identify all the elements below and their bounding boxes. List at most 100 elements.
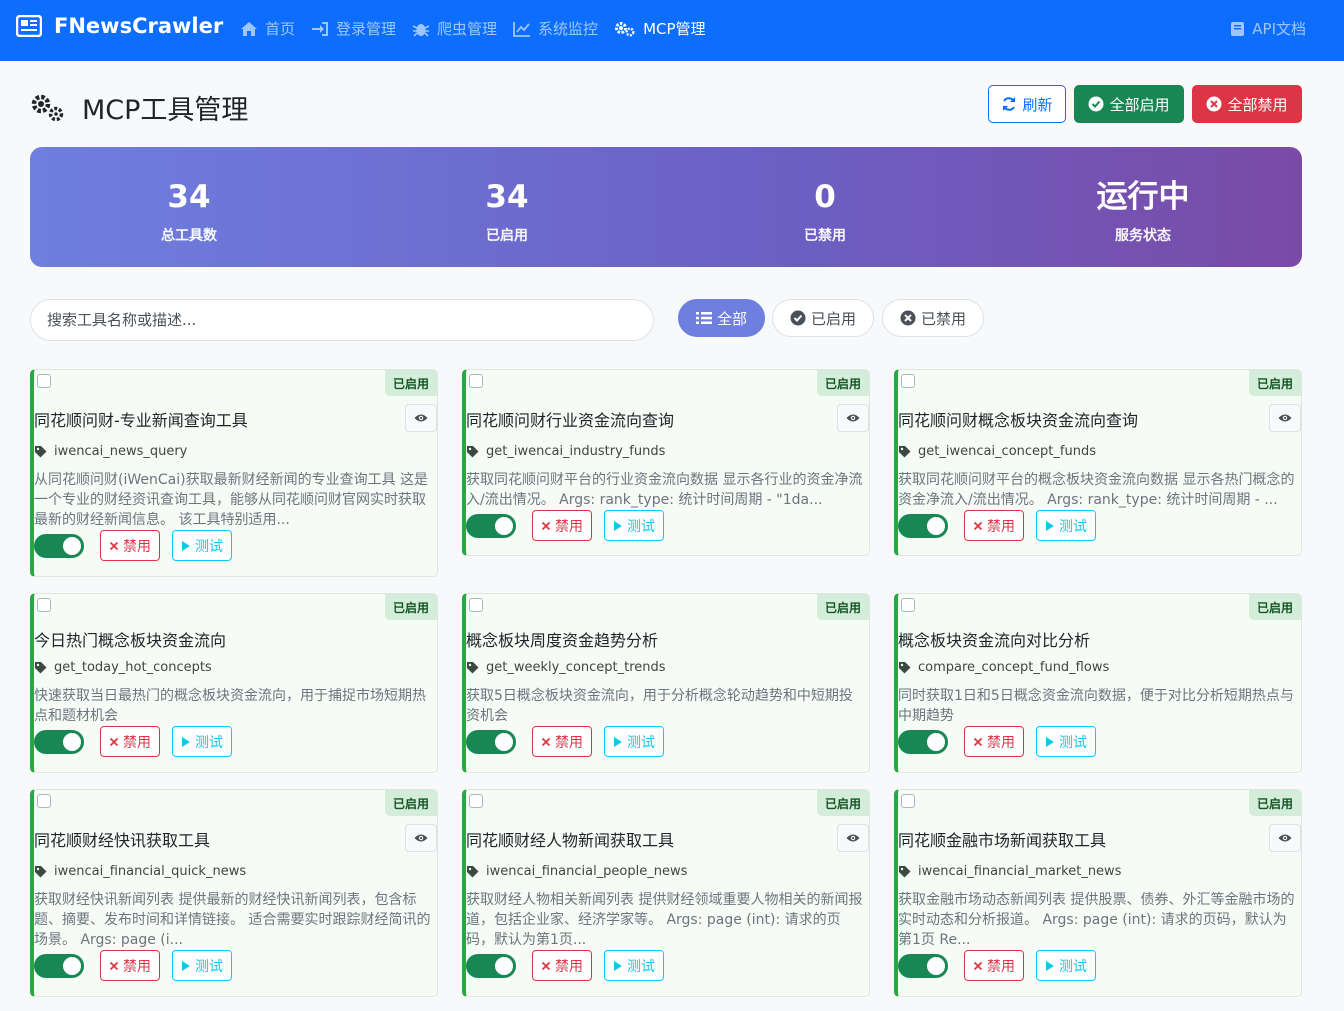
tool-function-name: compare_concept_fund_flows [898, 660, 1109, 675]
card-actions: 禁用 测试 [34, 950, 244, 981]
test-label: 测试 [1059, 518, 1087, 535]
filter-label: 全部 [716, 309, 747, 328]
refresh-button[interactable]: 刷新 [988, 85, 1066, 123]
test-label: 测试 [627, 958, 655, 975]
enable-all-button[interactable]: 全部启用 [1074, 85, 1184, 123]
enable-toggle[interactable] [466, 513, 516, 538]
filter-disabled-button[interactable]: 已禁用 [882, 299, 984, 337]
enable-toggle[interactable] [34, 953, 84, 978]
main-nav: 首页 登录管理 爬虫管理 系统监控 MCP管理 [240, 18, 722, 39]
stats-panel: 34 总工具数 34 已启用 0 已禁用 运行中 服务状态 [30, 147, 1302, 267]
test-label: 测试 [627, 518, 655, 535]
select-checkbox[interactable] [37, 598, 51, 612]
test-button[interactable]: 测试 [1036, 726, 1096, 757]
times-icon [109, 737, 119, 746]
enable-toggle[interactable] [34, 729, 84, 754]
nav-item-crawler[interactable]: 爬虫管理 [412, 18, 497, 39]
view-details-button[interactable] [1269, 404, 1301, 432]
disable-button[interactable]: 禁用 [964, 726, 1024, 757]
disable-button[interactable]: 禁用 [532, 950, 592, 981]
tool-card: 已启用 同花顺问财概念板块资金流向查询 get_iwencai_concept_fu… [894, 369, 1302, 556]
nav-label: API文档 [1252, 20, 1306, 38]
disable-label: 禁用 [123, 958, 151, 975]
select-checkbox[interactable] [37, 374, 51, 388]
tag-icon [467, 662, 479, 674]
disable-label: 禁用 [555, 518, 583, 535]
view-details-button[interactable] [837, 824, 869, 852]
status-badge: 已启用 [1249, 594, 1301, 620]
enable-toggle[interactable] [898, 729, 948, 754]
function-name-text: compare_concept_fund_flows [918, 660, 1110, 675]
select-checkbox[interactable] [901, 374, 915, 388]
enable-toggle[interactable] [466, 729, 516, 754]
tool-title: 概念板块资金流向对比分析 [898, 631, 1091, 650]
disable-all-button[interactable]: 全部禁用 [1192, 85, 1302, 123]
select-checkbox[interactable] [469, 598, 483, 612]
book-icon [1231, 21, 1245, 36]
test-button[interactable]: 测试 [1036, 510, 1096, 541]
filter-all-button[interactable]: 全部 [678, 299, 765, 337]
view-details-button[interactable] [405, 404, 437, 432]
nav-item-mcp[interactable]: MCP管理 [614, 18, 706, 39]
times-circle-icon [1206, 96, 1222, 112]
select-checkbox[interactable] [469, 794, 483, 808]
enable-toggle[interactable] [898, 953, 948, 978]
stat-enabled: 34 已启用 [348, 147, 666, 267]
search-input[interactable] [30, 299, 654, 341]
play-icon [182, 736, 190, 747]
select-checkbox[interactable] [469, 374, 483, 388]
card-actions: 禁用 测试 [466, 510, 676, 541]
check-circle-icon [790, 310, 806, 326]
disable-button[interactable]: 禁用 [100, 950, 160, 981]
disable-label: 禁用 [123, 734, 151, 751]
brand[interactable]: FNewsCrawler [16, 14, 223, 38]
test-button[interactable]: 测试 [604, 726, 664, 757]
test-button[interactable]: 测试 [172, 726, 232, 757]
enable-toggle[interactable] [466, 953, 516, 978]
disable-button[interactable]: 禁用 [964, 510, 1024, 541]
disable-button[interactable]: 禁用 [532, 726, 592, 757]
tool-card: 已启用 同花顺问财-专业新闻查询工具 iwencai_news_query 从同花顺问… [30, 369, 438, 577]
stat-label: 已启用 [486, 228, 528, 244]
tag-icon [35, 662, 47, 674]
view-details-button[interactable] [1269, 824, 1301, 852]
disable-button[interactable]: 禁用 [532, 510, 592, 541]
nav-item-api-docs[interactable]: API文档 [1230, 18, 1306, 39]
nav-label: 首页 [265, 20, 296, 38]
test-button[interactable]: 测试 [172, 950, 232, 981]
stat-value: 运行中 [1096, 179, 1190, 215]
tool-title: 同花顺财经人物新闻获取工具 [466, 831, 675, 850]
select-checkbox[interactable] [37, 794, 51, 808]
view-details-button[interactable] [837, 404, 869, 432]
select-checkbox[interactable] [901, 598, 915, 612]
select-checkbox[interactable] [901, 794, 915, 808]
tool-function-name: get_iwencai_industry_funds [466, 444, 665, 459]
tool-function-name: get_iwencai_concept_funds [898, 444, 1096, 459]
eye-icon [846, 414, 860, 422]
test-button[interactable]: 测试 [604, 510, 664, 541]
disable-button[interactable]: 禁用 [100, 530, 160, 561]
test-button[interactable]: 测试 [604, 950, 664, 981]
nav-label: 爬虫管理 [437, 20, 498, 38]
play-icon [614, 520, 622, 531]
disable-button[interactable]: 禁用 [964, 950, 1024, 981]
filter-label: 已禁用 [920, 309, 966, 328]
function-name-text: get_today_hot_concepts [54, 660, 212, 675]
disable-label: 禁用 [555, 734, 583, 751]
test-button[interactable]: 测试 [1036, 950, 1096, 981]
times-icon [541, 961, 551, 970]
nav-item-login[interactable]: 登录管理 [311, 18, 396, 39]
enable-toggle[interactable] [898, 513, 948, 538]
eye-icon [1278, 834, 1292, 842]
filter-enabled-button[interactable]: 已启用 [772, 299, 874, 337]
test-button[interactable]: 测试 [172, 530, 232, 561]
enable-toggle[interactable] [34, 533, 84, 558]
view-details-button[interactable] [405, 824, 437, 852]
nav-item-monitor[interactable]: 系统监控 [513, 18, 598, 39]
stat-value: 34 [167, 179, 211, 215]
tool-description: 获取财经快讯新闻列表 提供最新的财经快讯新闻列表，包含标题、摘要、发布时间和详情… [34, 892, 431, 948]
nav-item-home[interactable]: 首页 [240, 18, 295, 39]
filter-label: 已启用 [810, 309, 856, 328]
disable-button[interactable]: 禁用 [100, 726, 160, 757]
stat-value: 34 [485, 179, 529, 215]
